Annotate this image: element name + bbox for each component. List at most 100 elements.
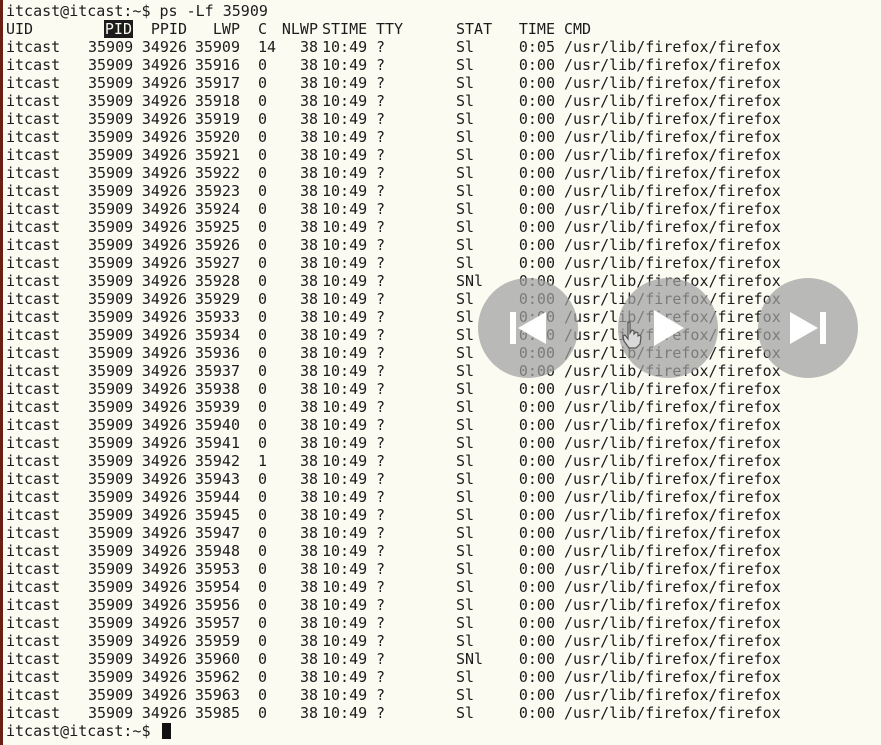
cell-pid: 35909 [88, 470, 134, 488]
cell-stat: Sl [456, 578, 475, 596]
cell-cmd: /usr/lib/firefox/firefox [564, 524, 781, 542]
cell-c: 0 [258, 416, 268, 434]
cell-stime: 10:49 [322, 398, 368, 416]
table-row: itcast 35909 34926 35954 0 38 10:49? Sl 0:00/usr… [6, 578, 876, 596]
table-header: UID PID PPID LWP C NLWP STIME TTY STAT T… [6, 20, 876, 38]
cell-lwp: 35919 [194, 110, 240, 128]
cell-lwp: 35929 [194, 290, 240, 308]
next-button[interactable] [758, 278, 858, 378]
cell-lwp: 35960 [194, 650, 240, 668]
cell-nlwp: 38 [299, 200, 318, 218]
cell-tty: ? [376, 164, 386, 182]
cell-cmd: /usr/lib/firefox/firefox [564, 542, 781, 560]
cell-lwp: 35939 [194, 398, 240, 416]
cell-stime: 10:49 [322, 470, 368, 488]
cell-uid: itcast [6, 74, 61, 92]
cell-lwp: 35962 [194, 668, 240, 686]
cell-cmd: /usr/lib/firefox/firefox [564, 74, 781, 92]
cell-stat: Sl [456, 614, 475, 632]
cell-uid: itcast [6, 434, 61, 452]
cell-tty: ? [376, 488, 386, 506]
cell-c: 0 [258, 74, 268, 92]
table-row: itcast 35909 34926 35923 0 38 10:49? Sl 0:00/usr… [6, 182, 876, 200]
cell-ppid: 34926 [141, 344, 187, 362]
table-row: itcast 35909 34926 35918 0 38 10:49? Sl 0:00/usr… [6, 92, 876, 110]
previous-button[interactable] [478, 278, 578, 378]
cell-tty: ? [376, 686, 386, 704]
cell-c: 0 [258, 56, 268, 74]
cell-tty: ? [376, 380, 386, 398]
cell-uid: itcast [6, 596, 61, 614]
cell-cmd: /usr/lib/firefox/firefox [564, 470, 781, 488]
cell-tty: ? [376, 398, 386, 416]
terminal-window: itcast@itcast:~$ ps -Lf 35909 UID PID PP… [0, 0, 881, 745]
cell-ppid: 34926 [141, 596, 187, 614]
cell-stat: Sl [456, 560, 475, 578]
table-row: itcast 35909 34926 35953 0 38 10:49? Sl 0:00/usr… [6, 560, 876, 578]
cell-ppid: 34926 [141, 452, 187, 470]
shell-prompt: itcast@itcast:~$ [6, 722, 151, 740]
table-row: itcast 35909 34926 35944 0 38 10:49? Sl 0:00/usr… [6, 488, 876, 506]
cell-time: 0:00 [518, 506, 555, 524]
cell-tty: ? [376, 272, 386, 290]
table-row: itcast 35909 34926 35943 0 38 10:49? Sl 0:00/usr… [6, 470, 876, 488]
table-row: itcast 35909 34926 35924 0 38 10:49? Sl 0:00/usr… [6, 200, 876, 218]
cell-ppid: 34926 [141, 398, 187, 416]
cell-cmd: /usr/lib/firefox/firefox [564, 650, 781, 668]
cell-cmd: /usr/lib/firefox/firefox [564, 506, 781, 524]
cell-stat: Sl [456, 92, 475, 110]
cell-tty: ? [376, 470, 386, 488]
cell-nlwp: 38 [299, 128, 318, 146]
cell-lwp: 35954 [194, 578, 240, 596]
hand-pointer-icon [622, 321, 642, 349]
cell-lwp: 35985 [194, 704, 240, 722]
cell-nlwp: 38 [299, 326, 318, 344]
cell-tty: ? [376, 506, 386, 524]
cell-stime: 10:49 [322, 146, 368, 164]
cell-uid: itcast [6, 668, 61, 686]
cell-lwp: 35948 [194, 542, 240, 560]
header-nlwp: NLWP [281, 20, 318, 38]
cell-stime: 10:49 [322, 596, 368, 614]
header-uid: UID [6, 20, 34, 38]
cell-stime: 10:49 [322, 650, 368, 668]
cell-stat: Sl [456, 686, 475, 704]
cell-c: 0 [258, 434, 268, 452]
cell-tty: ? [376, 236, 386, 254]
table-row: itcast 35909 34926 35960 0 38 10:49? SNl 0:00/us… [6, 650, 876, 668]
cell-uid: itcast [6, 128, 61, 146]
cell-c: 0 [258, 488, 268, 506]
table-row: itcast 35909 34926 35917 0 38 10:49? Sl 0:00/usr… [6, 74, 876, 92]
cell-stat: Sl [456, 164, 475, 182]
cell-c: 0 [258, 614, 268, 632]
cell-c: 0 [258, 596, 268, 614]
cell-nlwp: 38 [299, 182, 318, 200]
cell-nlwp: 38 [299, 56, 318, 74]
cell-uid: itcast [6, 560, 61, 578]
cell-pid: 35909 [88, 146, 134, 164]
cell-pid: 35909 [88, 686, 134, 704]
cell-ppid: 34926 [141, 434, 187, 452]
cell-tty: ? [376, 542, 386, 560]
cell-cmd: /usr/lib/firefox/firefox [564, 56, 781, 74]
table-row: itcast35909349263592803810:49?SNl0:00/us… [6, 272, 876, 290]
cell-lwp: 35927 [194, 254, 240, 272]
cell-nlwp: 38 [299, 218, 318, 236]
cell-stime: 10:49 [322, 182, 368, 200]
cell-c: 0 [258, 182, 268, 200]
cell-pid: 35909 [88, 344, 134, 362]
cell-uid: itcast [6, 92, 61, 110]
cell-cmd: /usr/lib/firefox/firefox [564, 398, 781, 416]
terminal-output[interactable]: itcast@itcast:~$ ps -Lf 35909 UID PID PP… [6, 2, 876, 740]
cell-cmd: /usr/lib/firefox/firefox [564, 380, 781, 398]
cell-ppid: 34926 [141, 74, 187, 92]
cell-lwp: 35937 [194, 362, 240, 380]
cell-ppid: 34926 [141, 146, 187, 164]
cell-stime: 10:49 [322, 236, 368, 254]
cell-uid: itcast [6, 164, 61, 182]
cell-stat: SNl [456, 272, 484, 290]
cell-pid: 35909 [88, 236, 134, 254]
cell-ppid: 34926 [141, 308, 187, 326]
cell-cmd: /usr/lib/firefox/firefox [564, 110, 781, 128]
cell-stime: 10:49 [322, 704, 368, 722]
